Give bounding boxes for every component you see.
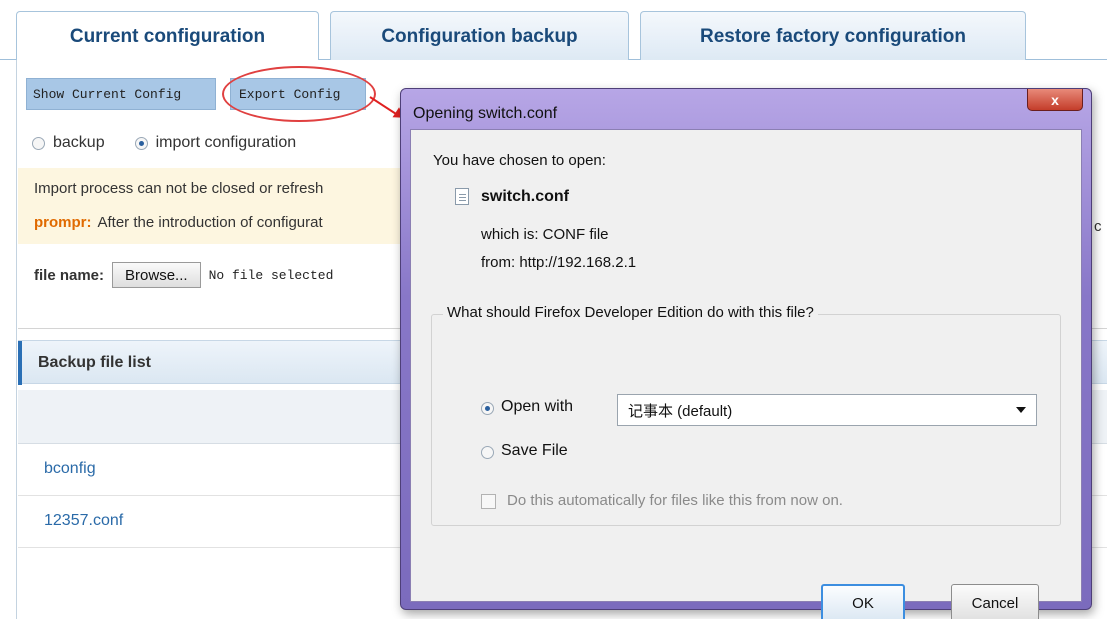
backup-list-title: Backup file list (38, 354, 151, 371)
show-current-config-button[interactable]: Show Current Config (26, 78, 216, 110)
file-source-text: from: http://192.168.2.1 (481, 254, 637, 271)
file-name-row: file name: Browse... No file selected (34, 262, 333, 288)
dialog-title: Opening switch.conf (413, 105, 558, 122)
header-accent-bar (18, 341, 22, 385)
backup-radio[interactable] (32, 136, 45, 150)
import-configuration-label: import configuration (155, 134, 297, 151)
notice-line-2: prompr: After the introduction of configu… (34, 214, 323, 231)
dialog-body: You have chosen to open: switch.conf whi… (410, 129, 1082, 619)
chosen-text: You have chosen to open: (433, 152, 606, 169)
application-select-value: 记事本 (default) (628, 402, 733, 420)
action-question: What should Firefox Developer Edition do… (443, 304, 818, 321)
save-file-label[interactable]: Save File (501, 442, 568, 460)
browse-button[interactable]: Browse... (112, 262, 201, 288)
chevron-down-icon (1016, 407, 1026, 413)
notice-overflow-text: c (1094, 218, 1102, 235)
tab-configuration-backup[interactable]: Configuration backup (330, 11, 629, 61)
mode-radio-group: backup import configuration (32, 134, 296, 152)
open-file-dialog: Opening switch.conf x You have chosen to… (400, 88, 1092, 619)
open-with-label[interactable]: Open with (501, 398, 573, 416)
backup-label: backup (53, 134, 105, 151)
save-file-radio[interactable] (481, 446, 494, 459)
file-name-label: file name: (34, 266, 105, 284)
file-icon (455, 188, 469, 205)
auto-checkbox-label: Do this automatically for files like thi… (507, 492, 843, 509)
application-select[interactable]: 记事本 (default) (617, 394, 1037, 426)
cancel-button[interactable]: Cancel (951, 584, 1039, 619)
backup-file-link[interactable]: bconfig (44, 460, 96, 478)
tab-restore-factory-configuration[interactable]: Restore factory configuration (640, 11, 1026, 61)
ok-button[interactable]: OK (821, 584, 905, 619)
notice-line-1: Import process can not be closed or refr… (34, 180, 324, 197)
file-name-text: switch.conf (481, 188, 570, 205)
prompt-text: After the introduction of configurat (97, 214, 323, 231)
file-status-text: No file selected (208, 267, 334, 283)
highlight-ring (222, 66, 376, 122)
open-with-radio[interactable] (481, 402, 494, 415)
backup-file-link[interactable]: 12357.conf (44, 512, 123, 530)
auto-checkbox[interactable] (481, 494, 496, 509)
prompt-label: prompr: (34, 214, 92, 231)
close-icon[interactable]: x (1027, 89, 1083, 111)
import-configuration-radio[interactable] (134, 136, 148, 150)
tab-current-configuration[interactable]: Current configuration (16, 11, 319, 62)
tab-bar: Current configuration Configuration back… (0, 0, 1107, 62)
file-type-text: which is: CONF file (481, 226, 609, 243)
